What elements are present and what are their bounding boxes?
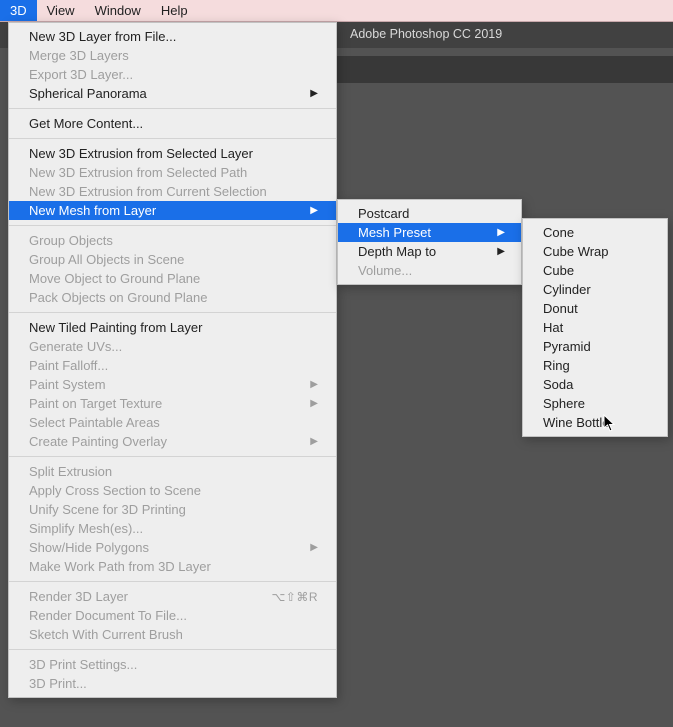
- preset-item-cube[interactable]: Cube: [523, 261, 667, 280]
- menu-item-3d-print-settings: 3D Print Settings...: [9, 655, 336, 674]
- menu-3d-dropdown: New 3D Layer from File... Merge 3D Layer…: [8, 22, 337, 698]
- menu-item-generate-uvs: Generate UVs...: [9, 337, 336, 356]
- menu-item-pack-on-ground: Pack Objects on Ground Plane: [9, 288, 336, 307]
- menu-separator: [9, 225, 336, 226]
- menubar-item-window[interactable]: Window: [85, 0, 151, 21]
- menu-item-export-3d-layer: Export 3D Layer...: [9, 65, 336, 84]
- menu-item-group-all-objects: Group All Objects in Scene: [9, 250, 336, 269]
- menu-item-new-3d-extrusion-selection: New 3D Extrusion from Current Selection: [9, 182, 336, 201]
- menu-separator: [9, 581, 336, 582]
- menubar-item-help[interactable]: Help: [151, 0, 198, 21]
- menu-separator: [9, 456, 336, 457]
- submenu-arrow-icon: ▶: [310, 542, 318, 553]
- submenu-item-postcard[interactable]: Postcard: [338, 204, 521, 223]
- menubar: 3D View Window Help: [0, 0, 673, 22]
- menu-item-new-3d-extrusion-layer[interactable]: New 3D Extrusion from Selected Layer: [9, 144, 336, 163]
- preset-item-pyramid[interactable]: Pyramid: [523, 337, 667, 356]
- submenu-item-mesh-preset[interactable]: Mesh Preset▶: [338, 223, 521, 242]
- menu-item-simplify-meshes: Simplify Mesh(es)...: [9, 519, 336, 538]
- menu-item-move-to-ground: Move Object to Ground Plane: [9, 269, 336, 288]
- menu-item-split-extrusion: Split Extrusion: [9, 462, 336, 481]
- preset-item-hat[interactable]: Hat: [523, 318, 667, 337]
- menu-separator: [9, 138, 336, 139]
- toolbar-strip: [337, 56, 673, 83]
- menu-item-make-work-path: Make Work Path from 3D Layer: [9, 557, 336, 576]
- menu-item-show-hide-polygons: Show/Hide Polygons▶: [9, 538, 336, 557]
- menu-item-merge-3d-layers: Merge 3D Layers: [9, 46, 336, 65]
- submenu-arrow-icon: ▶: [497, 227, 505, 238]
- menu-item-paint-system: Paint System▶: [9, 375, 336, 394]
- submenu-item-volume: Volume...: [338, 261, 521, 280]
- menu-item-group-objects: Group Objects: [9, 231, 336, 250]
- menu-item-get-more-content[interactable]: Get More Content...: [9, 114, 336, 133]
- preset-item-cube-wrap[interactable]: Cube Wrap: [523, 242, 667, 261]
- menu-item-paint-falloff: Paint Falloff...: [9, 356, 336, 375]
- submenu-item-depth-map-to[interactable]: Depth Map to▶: [338, 242, 521, 261]
- menubar-item-view[interactable]: View: [37, 0, 85, 21]
- menu-item-new-tiled-painting[interactable]: New Tiled Painting from Layer: [9, 318, 336, 337]
- submenu-new-mesh-from-layer: Postcard Mesh Preset▶ Depth Map to▶ Volu…: [337, 199, 522, 285]
- preset-item-wine-bottle[interactable]: Wine Bottle: [523, 413, 667, 432]
- menubar-item-3d[interactable]: 3D: [0, 0, 37, 21]
- preset-item-sphere[interactable]: Sphere: [523, 394, 667, 413]
- submenu-arrow-icon: ▶: [310, 205, 318, 216]
- submenu-arrow-icon: ▶: [310, 88, 318, 99]
- menu-item-new-3d-layer-from-file[interactable]: New 3D Layer from File...: [9, 27, 336, 46]
- menu-item-paint-target-texture: Paint on Target Texture▶: [9, 394, 336, 413]
- menu-item-new-3d-extrusion-path: New 3D Extrusion from Selected Path: [9, 163, 336, 182]
- menu-item-sketch-current-brush: Sketch With Current Brush: [9, 625, 336, 644]
- menu-item-apply-cross-section: Apply Cross Section to Scene: [9, 481, 336, 500]
- preset-item-cone[interactable]: Cone: [523, 223, 667, 242]
- submenu-arrow-icon: ▶: [310, 398, 318, 409]
- menu-separator: [9, 312, 336, 313]
- menu-shortcut: ⌥⇧⌘R: [271, 590, 318, 604]
- menu-item-spherical-panorama[interactable]: Spherical Panorama▶: [9, 84, 336, 103]
- preset-item-cylinder[interactable]: Cylinder: [523, 280, 667, 299]
- submenu-arrow-icon: ▶: [310, 379, 318, 390]
- submenu-arrow-icon: ▶: [497, 246, 505, 257]
- menu-separator: [9, 649, 336, 650]
- submenu-arrow-icon: ▶: [310, 436, 318, 447]
- menu-item-3d-print: 3D Print...: [9, 674, 336, 693]
- menu-item-select-paintable-areas: Select Paintable Areas: [9, 413, 336, 432]
- preset-item-ring[interactable]: Ring: [523, 356, 667, 375]
- menu-item-new-mesh-from-layer[interactable]: New Mesh from Layer▶: [9, 201, 336, 220]
- preset-item-soda[interactable]: Soda: [523, 375, 667, 394]
- menu-item-render-3d-layer: Render 3D Layer⌥⇧⌘R: [9, 587, 336, 606]
- preset-item-donut[interactable]: Donut: [523, 299, 667, 318]
- menu-item-unify-for-3d-print: Unify Scene for 3D Printing: [9, 500, 336, 519]
- menu-item-render-document-to-file: Render Document To File...: [9, 606, 336, 625]
- menu-item-create-painting-overlay: Create Painting Overlay▶: [9, 432, 336, 451]
- app-title: Adobe Photoshop CC 2019: [350, 27, 502, 41]
- submenu-mesh-preset: Cone Cube Wrap Cube Cylinder Donut Hat P…: [522, 218, 668, 437]
- menu-separator: [9, 108, 336, 109]
